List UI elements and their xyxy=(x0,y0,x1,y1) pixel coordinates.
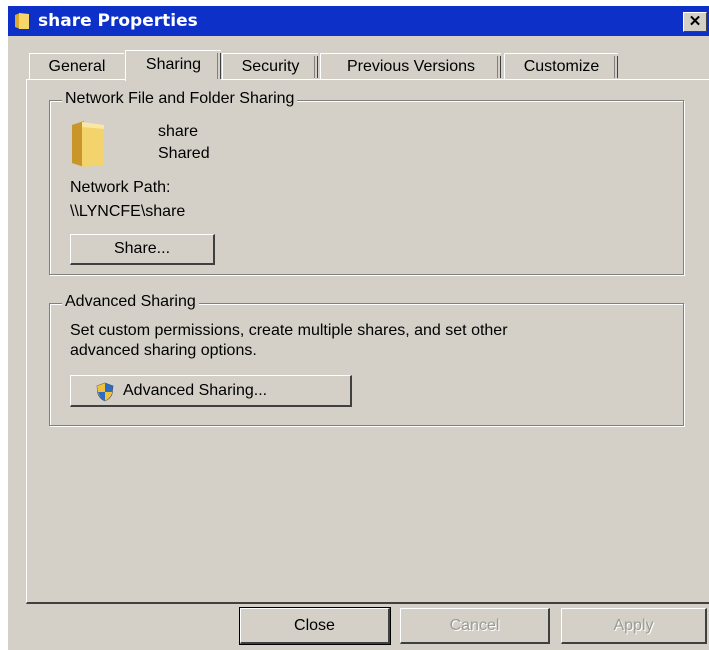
share-status: Shared xyxy=(158,145,210,162)
apply-button[interactable]: Apply xyxy=(561,608,707,644)
advanced-sharing-description: Set custom permissions, create multiple … xyxy=(70,322,508,339)
cancel-button[interactable]: Cancel xyxy=(400,608,550,644)
folder-name: share xyxy=(158,123,199,140)
advanced-sharing-description-line2: advanced sharing options. xyxy=(70,342,257,359)
advanced-sharing-group-label: Advanced Sharing xyxy=(62,293,199,311)
network-sharing-group-label: Network File and Folder Sharing xyxy=(62,90,298,108)
tab-previous-versions[interactable]: Previous Versions xyxy=(320,53,501,80)
properties-dialog: share Properties ✕ General Sharing Secur… xyxy=(8,6,709,650)
share-button[interactable]: Share... xyxy=(70,234,215,265)
tab-sharing[interactable]: Sharing xyxy=(125,50,221,81)
close-button[interactable]: Close xyxy=(239,607,391,645)
tab-customize[interactable]: Customize xyxy=(504,53,618,80)
sharing-tab-panel: Network File and Folder Sharing share Sh… xyxy=(26,79,709,604)
advanced-sharing-group: Advanced Sharing Set custom permissions,… xyxy=(49,293,684,426)
tab-security[interactable]: Security xyxy=(222,53,318,80)
uac-shield-icon xyxy=(96,382,114,402)
folder-icon xyxy=(15,13,29,29)
network-path-value: \\LYNCFE\share xyxy=(70,203,186,220)
folder-icon xyxy=(72,121,104,167)
title-bar[interactable]: share Properties ✕ xyxy=(8,6,709,36)
window-title: share Properties xyxy=(38,11,198,31)
close-icon: ✕ xyxy=(688,13,702,30)
network-sharing-group: Network File and Folder Sharing share Sh… xyxy=(49,90,684,275)
close-window-button[interactable]: ✕ xyxy=(683,12,707,32)
advanced-sharing-button[interactable]: Advanced Sharing... xyxy=(70,375,352,407)
tab-general[interactable]: General xyxy=(29,53,124,80)
network-path-label: Network Path: xyxy=(70,179,171,196)
